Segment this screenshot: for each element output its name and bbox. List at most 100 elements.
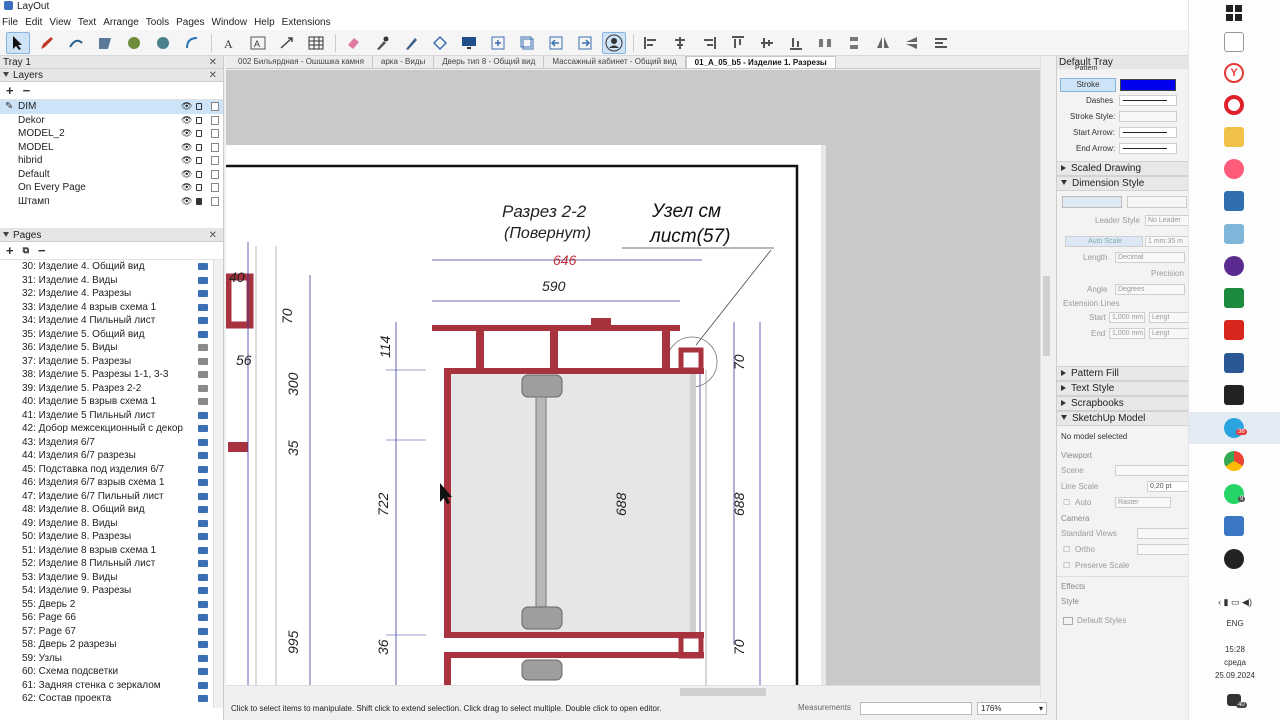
eraser-tool-button[interactable] <box>341 32 365 54</box>
shared-layer-icon[interactable] <box>211 115 219 125</box>
clock-time[interactable]: 15:28 <box>1189 645 1280 654</box>
presentation-monitor-icon[interactable] <box>198 519 208 527</box>
menu-text[interactable]: Text <box>78 17 96 28</box>
shared-layer-icon[interactable] <box>211 156 219 165</box>
page-row[interactable]: 30: Изделие 4. Общий вид <box>0 260 223 274</box>
space-vertical-button[interactable] <box>842 32 866 54</box>
space-horizontal-button[interactable] <box>813 32 837 54</box>
page-row[interactable]: 44: Изделия 6/7 разрезы <box>0 449 223 463</box>
media-player-icon[interactable] <box>1224 256 1244 276</box>
arc-tool-button[interactable] <box>151 32 175 54</box>
layer-row[interactable]: MODEL 👁 <box>0 141 223 155</box>
page-row[interactable]: 33: Изделие 4 взрыв схема 1 <box>0 301 223 315</box>
scale-select[interactable]: 1 mm:35 m <box>1145 236 1188 247</box>
presentation-monitor-icon[interactable] <box>198 546 208 554</box>
presentation-monitor-icon[interactable] <box>198 654 208 662</box>
page-row[interactable]: 51: Изделие 8 взрыв схема 1 <box>0 544 223 558</box>
duplicate-page-button[interactable] <box>515 32 539 54</box>
style-tool-button[interactable] <box>399 32 423 54</box>
presentation-monitor-icon[interactable] <box>198 452 208 459</box>
remove-page-button[interactable]: − <box>38 243 46 258</box>
canvas-vertical-scrollbar[interactable] <box>1040 56 1052 698</box>
page-row[interactable]: 49: Изделие 8. Виды <box>0 517 223 531</box>
angle-select[interactable]: Degrees <box>1115 284 1185 295</box>
page-row[interactable]: 35: Изделие 5. Общий вид <box>0 328 223 342</box>
inkscape-icon[interactable] <box>1224 385 1244 405</box>
presentation-monitor-icon[interactable] <box>198 587 208 594</box>
menu-arrange[interactable]: Arrange <box>103 17 139 28</box>
opera-icon[interactable] <box>1224 95 1244 115</box>
scrapbooks-header[interactable]: Scrapbooks <box>1057 396 1188 411</box>
lock-icon[interactable] <box>196 197 202 205</box>
preserve-scale-checkbox[interactable]: Preserve Scale <box>1075 558 1129 574</box>
flip-horizontal-button[interactable] <box>871 32 895 54</box>
notes-app-icon[interactable] <box>1224 224 1244 244</box>
layers-panel-header[interactable]: Layers ✕ <box>0 69 223 82</box>
page-row[interactable]: 46: Изделия 6/7 взрыв схема 1 <box>0 476 223 490</box>
page-row[interactable]: 40: Изделие 5 взрыв схема 1 <box>0 395 223 409</box>
eye-icon[interactable]: 👁 <box>181 195 192 209</box>
excel-icon[interactable] <box>1224 288 1244 308</box>
ext-end-input[interactable]: 1,000 mm <box>1109 328 1145 339</box>
page-row[interactable]: 34: Изделие 4 Пильный лист <box>0 314 223 328</box>
scaled-drawing-header[interactable]: Scaled Drawing <box>1057 161 1188 176</box>
offset-tool-button[interactable] <box>180 32 204 54</box>
page-row[interactable]: 52: Изделие 8 Пильный лист <box>0 557 223 571</box>
file-explorer-icon[interactable] <box>1224 127 1244 147</box>
eye-icon[interactable]: 👁 <box>181 141 192 155</box>
presentation-monitor-icon[interactable] <box>198 303 208 311</box>
layers-close-icon[interactable]: ✕ <box>209 69 217 82</box>
align-right-button[interactable] <box>697 32 721 54</box>
pages-panel-header[interactable]: Pages ✕ <box>0 229 223 242</box>
pencil-tool-button[interactable] <box>35 32 59 54</box>
layout-app-taskbar-icon[interactable] <box>1224 516 1244 536</box>
ext-start-input[interactable]: 1,000 mm <box>1109 312 1145 323</box>
add-page-small-button[interactable]: + <box>6 243 14 258</box>
page-row[interactable]: 45: Подставка под изделия 6/7 <box>0 463 223 477</box>
dimension-text-position-buttons[interactable] <box>1062 196 1122 208</box>
chrome-icon[interactable] <box>1224 451 1244 471</box>
presentation-monitor-icon[interactable] <box>198 317 208 324</box>
horizontal-scroll-thumb[interactable] <box>680 688 766 696</box>
menu-edit[interactable]: Edit <box>25 17 42 28</box>
page-row[interactable]: 41: Изделие 5 Пильный лист <box>0 409 223 423</box>
page-row[interactable]: 47: Изделие 6/7 Пильный лист <box>0 490 223 504</box>
shape-tool-button[interactable] <box>93 32 117 54</box>
page-row[interactable]: 61: Задняя стенка с зеркалом <box>0 679 223 693</box>
shared-layer-icon[interactable] <box>211 196 219 206</box>
remove-layer-button[interactable]: − <box>23 83 31 98</box>
page-row[interactable]: 32: Изделие 4. Разрезы <box>0 287 223 301</box>
document-tab[interactable]: Массажный кабинет - Общий вид <box>544 56 686 68</box>
text-tool-button[interactable]: A <box>217 32 241 54</box>
yandex-browser-icon[interactable]: Y <box>1224 63 1244 83</box>
text-style-header[interactable]: Text Style <box>1057 381 1188 396</box>
lock-icon[interactable] <box>196 184 202 191</box>
sample-tool-button[interactable] <box>370 32 394 54</box>
presentation-monitor-icon[interactable] <box>198 438 208 446</box>
page-row[interactable]: 54: Изделие 9. Разрезы <box>0 584 223 598</box>
pages-scrollbar[interactable] <box>213 260 223 708</box>
page-row[interactable]: 38: Изделие 5. Разрезы 1-1, 3-3 <box>0 368 223 382</box>
page-row[interactable]: 42: Добор межсекционный с декор <box>0 422 223 436</box>
layer-row[interactable]: Dekor 👁 <box>0 114 223 128</box>
lock-icon[interactable] <box>196 170 202 178</box>
ortho-scale-select[interactable] <box>1137 544 1188 555</box>
presentation-monitor-icon[interactable] <box>198 263 208 270</box>
document-tab[interactable]: 01_A_05_b5 - Изделие 1. Разрезы <box>685 56 836 68</box>
align-bottom-button[interactable] <box>784 32 808 54</box>
menu-view[interactable]: View <box>49 17 71 28</box>
menu-tools[interactable]: Tools <box>146 17 169 28</box>
shared-layer-icon[interactable] <box>211 129 219 138</box>
start-arrow-select[interactable] <box>1119 127 1177 138</box>
ortho-checkbox-label[interactable]: Ortho <box>1075 542 1095 558</box>
presentation-monitor-icon[interactable] <box>198 641 208 648</box>
page-row[interactable]: 62: Состав проекта <box>0 692 223 706</box>
table-tool-button[interactable] <box>304 32 328 54</box>
eye-icon[interactable]: 👁 <box>181 114 192 128</box>
menu-pages[interactable]: Pages <box>176 17 204 28</box>
stroke-style-options[interactable] <box>1119 111 1177 122</box>
page-row[interactable]: 55: Дверь 2 <box>0 598 223 612</box>
measurements-input[interactable] <box>860 702 972 715</box>
layer-row[interactable]: MODEL_2 👁 <box>0 127 223 141</box>
page-row[interactable]: 57: Page 67 <box>0 625 223 639</box>
